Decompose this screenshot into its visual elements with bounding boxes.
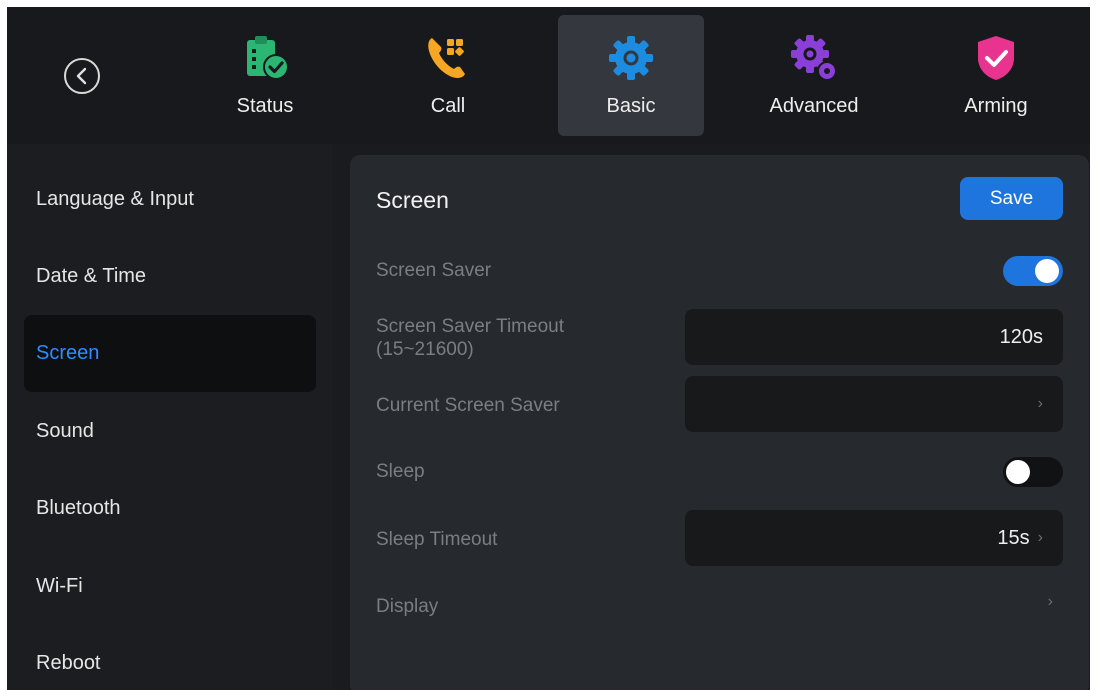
back-button[interactable] [64,58,100,94]
sidebar-item-label: Wi-Fi [36,575,83,597]
sidebar-item-reboot[interactable]: Reboot [24,625,316,690]
screen-settings-panel: Screen Save Screen Saver Screen Saver Ti… [350,155,1089,690]
chevron-right-icon: › [1037,529,1043,546]
sleep-timeout-field[interactable]: 15s › [685,510,1063,566]
gear-icon [609,36,653,80]
sidebar: Language & Input Date & Time Screen Soun… [7,144,332,690]
tab-status-label: Status [236,95,294,117]
sidebar-item-wifi[interactable]: Wi-Fi [24,548,316,625]
sidebar-item-language-input[interactable]: Language & Input [24,161,316,238]
sidebar-item-label: Date & Time [36,265,147,287]
sidebar-item-date-time[interactable]: Date & Time [24,238,316,315]
screen-saver-timeout-field[interactable]: 120s [685,309,1063,365]
tab-advanced[interactable]: Advanced [741,15,887,136]
sidebar-item-label: Bluetooth [36,497,121,519]
sidebar-item-bluetooth[interactable]: Bluetooth [24,470,316,547]
sidebar-item-label: Reboot [36,652,101,674]
sleep-timeout-label: Sleep Timeout [376,529,498,550]
sidebar-item-sound[interactable]: Sound [24,393,316,470]
chevron-right-icon[interactable]: › [1048,593,1053,611]
screen-saver-label: Screen Saver [376,260,492,281]
sleep-label: Sleep [376,461,425,482]
tab-status[interactable]: Status [192,15,338,136]
screen-saver-toggle[interactable] [1003,256,1063,286]
chevron-right-icon: › [1037,395,1043,412]
toggle-knob [1035,259,1059,283]
tab-advanced-label: Advanced [769,95,859,117]
tab-basic-label: Basic [606,95,656,117]
sidebar-item-label: Language & Input [36,188,194,210]
top-nav: Status Call Basic Advanced Arming [7,7,1090,144]
gears-icon [791,35,837,81]
sidebar-item-label: Sound [36,420,94,442]
toggle-knob [1006,460,1030,484]
sidebar-item-label: Screen [36,342,100,364]
tab-call[interactable]: Call [375,15,521,136]
tab-basic[interactable]: Basic [558,15,704,136]
sidebar-item-screen[interactable]: Screen [24,315,316,392]
shield-check-icon [978,36,1014,80]
screen-saver-timeout-label-line1: Screen Saver Timeout [376,316,564,337]
screen-saver-timeout-value: 120s [999,325,1043,348]
clipboard-check-icon [247,36,289,80]
screen-saver-timeout-label: Screen Saver Timeout (15~21600) [376,315,564,361]
screen-saver-timeout-label-line2: (15~21600) [376,339,474,360]
sleep-toggle[interactable] [1003,457,1063,487]
tab-arming-label: Arming [964,95,1028,117]
current-screen-saver-field[interactable]: › [685,376,1063,432]
display-label[interactable]: Display [376,595,438,618]
tab-call-label: Call [430,95,466,117]
save-button[interactable]: Save [960,177,1063,220]
chevron-left-icon [76,67,87,85]
sleep-timeout-value: 15s [997,526,1030,549]
device-screen: Status Call Basic Advanced Arming Langua… [7,7,1090,690]
current-screen-saver-label: Current Screen Saver [376,395,560,416]
tab-arming[interactable]: Arming [923,15,1069,136]
page-title: Screen [376,187,449,213]
phone-grid-icon [428,38,465,78]
